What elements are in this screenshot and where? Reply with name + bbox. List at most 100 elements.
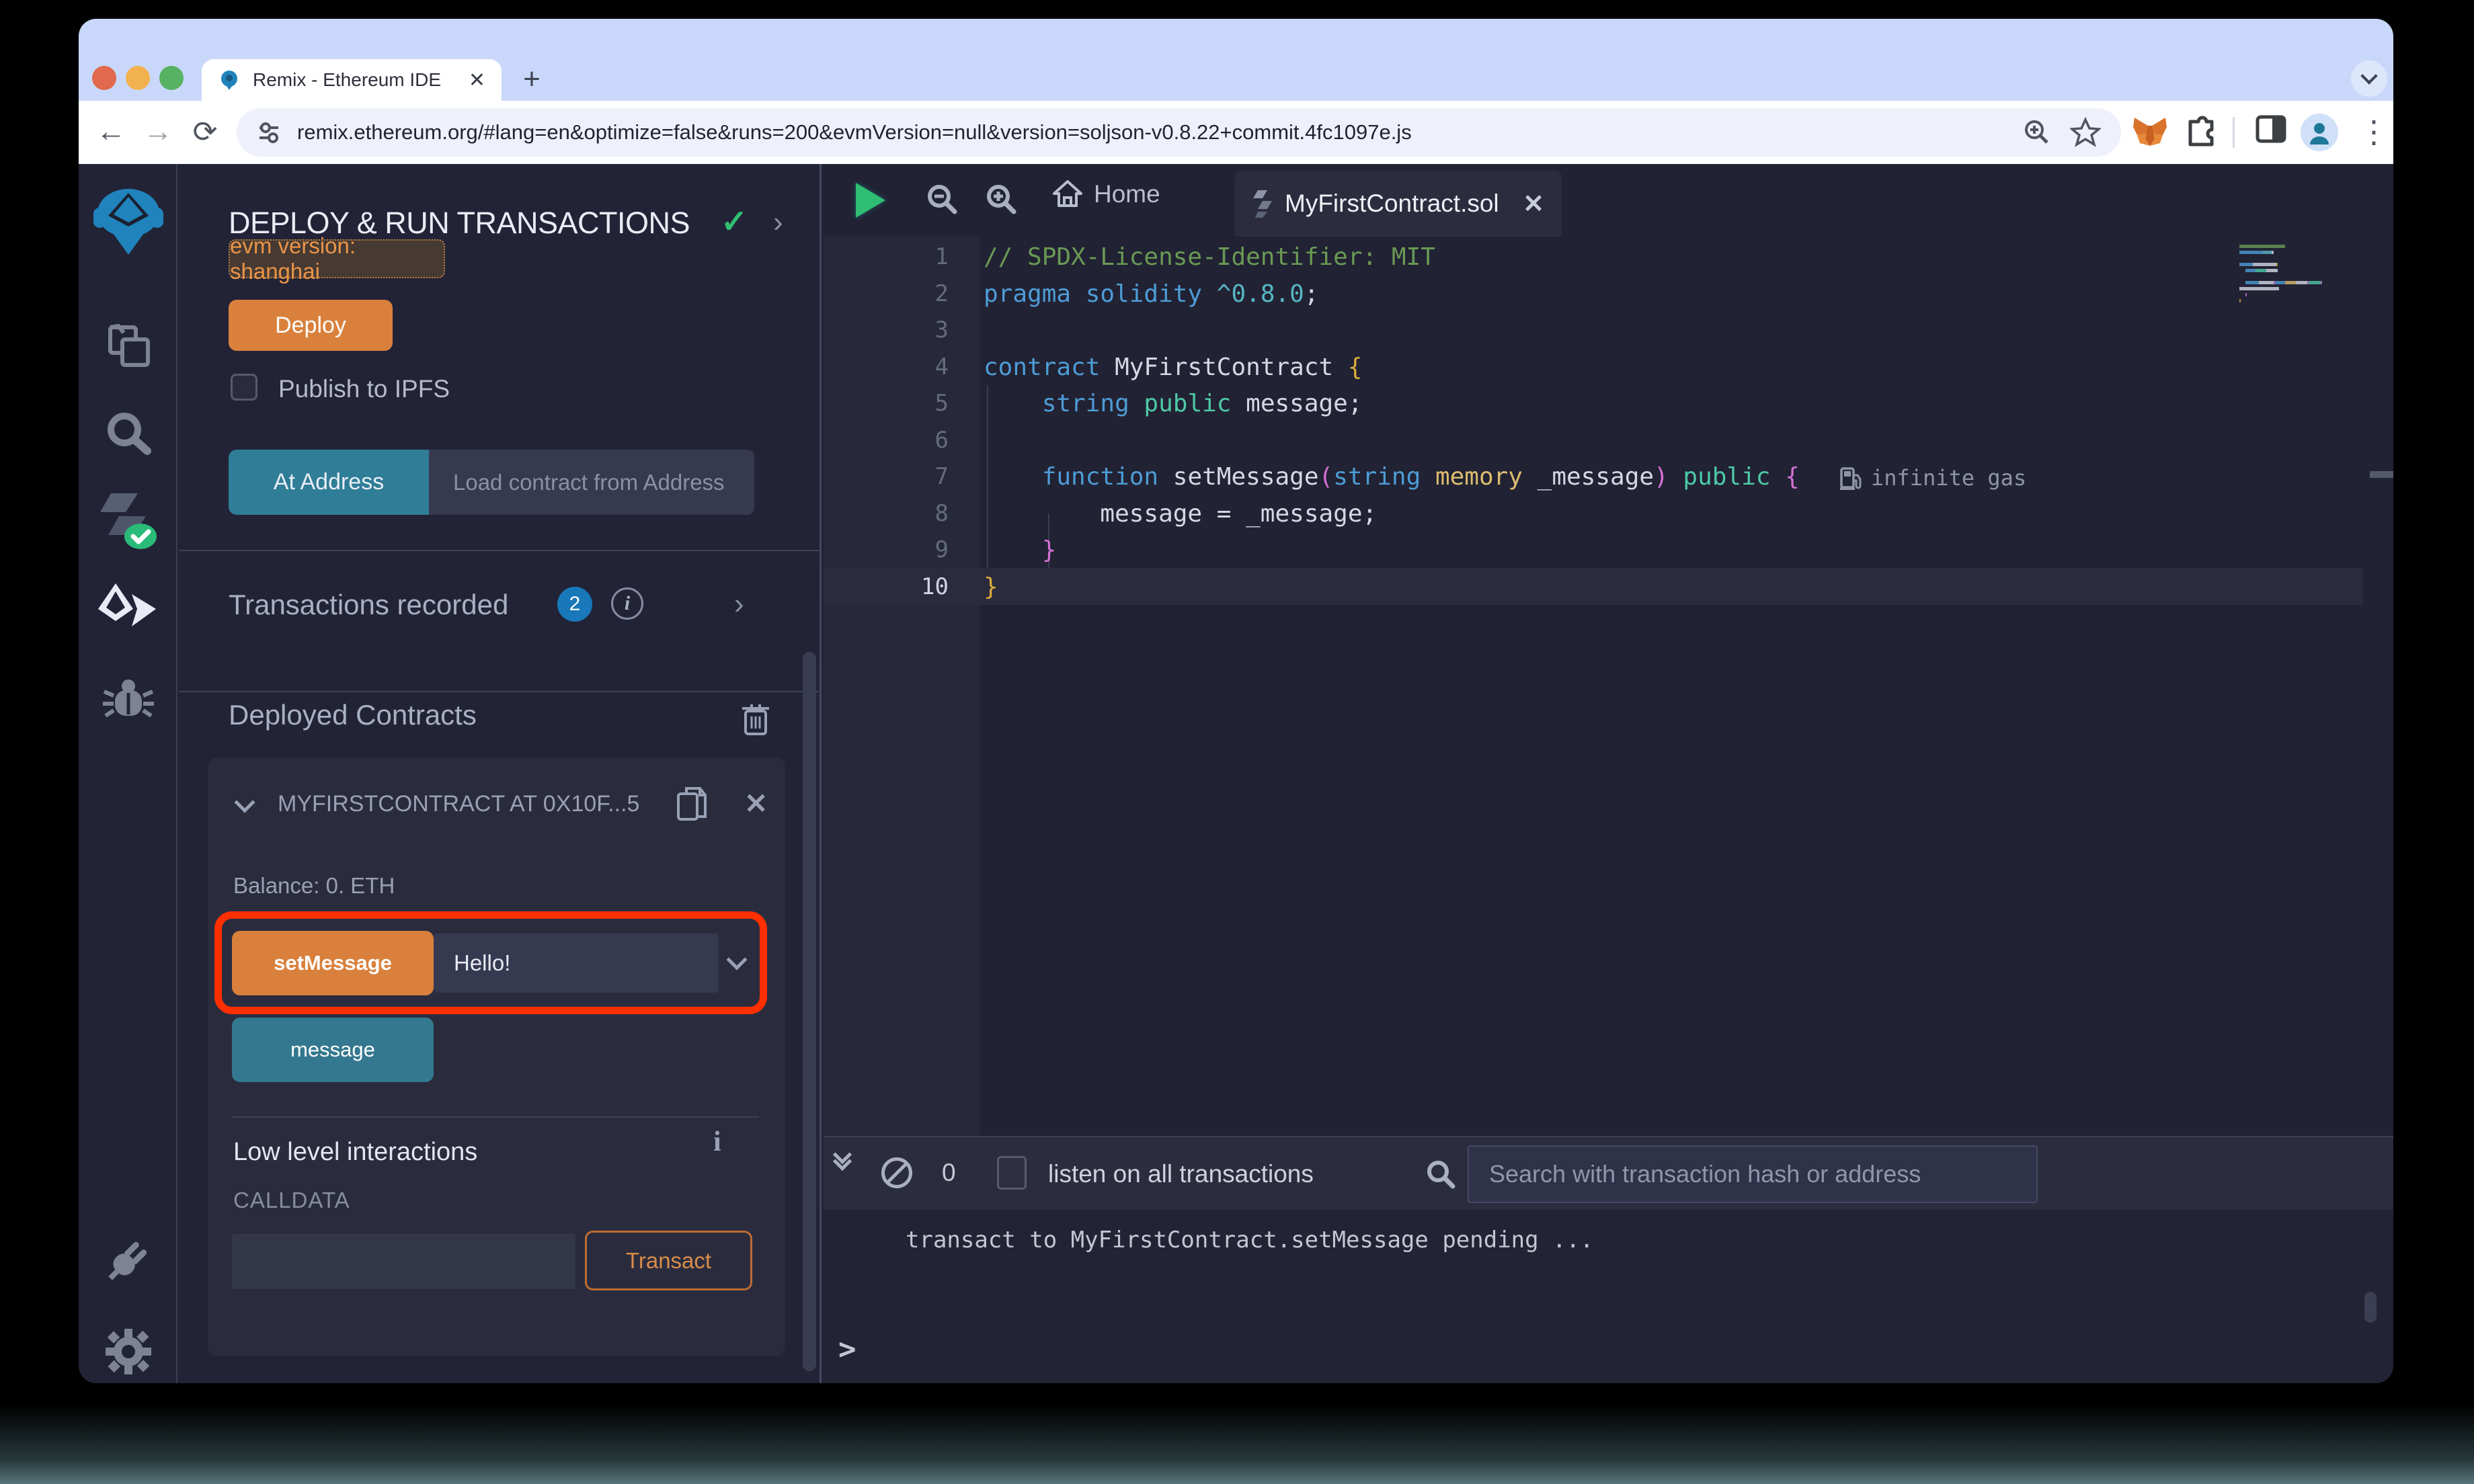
remove-instance-icon[interactable]: ✕ — [744, 787, 768, 820]
message-button[interactable]: message — [232, 1018, 434, 1082]
contract-instance-name[interactable]: MYFIRSTCONTRACT AT 0X10F...5 — [278, 791, 672, 817]
panel-scrollbar[interactable] — [803, 652, 816, 1371]
code-editor[interactable]: 12345678910 // SPDX-License-Identifier: … — [824, 237, 2393, 1136]
separator — [179, 691, 822, 692]
expand-args-chevron-icon[interactable] — [726, 949, 747, 970]
terminal-log-line: transact to MyFirstContract.setMessage p… — [906, 1227, 1594, 1253]
chevron-down-icon — [2360, 67, 2377, 84]
tab-title: Remix - Ethereum IDE — [253, 69, 456, 91]
site-settings-icon[interactable] — [255, 119, 282, 146]
reload-button[interactable]: ⟳ — [186, 113, 224, 151]
code-line: // SPDX-License-Identifier: MIT — [984, 239, 1435, 276]
transactions-expand-chevron-icon[interactable]: › — [734, 587, 744, 621]
close-tab-icon[interactable]: ✕ — [1523, 189, 1544, 219]
publish-ipfs-checkbox[interactable] — [231, 374, 257, 401]
separator — [179, 550, 822, 551]
minimap[interactable] — [2239, 239, 2368, 300]
screen-bottom-glow — [0, 1403, 2474, 1484]
terminal: 0 listen on all transactions transact to… — [824, 1136, 2393, 1383]
tab-close-icon[interactable]: ✕ — [469, 69, 485, 92]
deployed-contract-card: MYFIRSTCONTRACT AT 0X10F...5 ✕ Balance: … — [208, 757, 785, 1356]
browser-window: Remix - Ethereum IDE ✕ + ← → ⟳ remix.eth… — [79, 19, 2393, 1383]
tab-search-button[interactable] — [2351, 60, 2387, 97]
extensions-puzzle-icon[interactable] — [2184, 112, 2219, 147]
debugger-bug-icon[interactable] — [79, 662, 177, 736]
terminal-prompt[interactable]: > — [838, 1332, 856, 1366]
info-icon[interactable]: i — [611, 587, 643, 620]
line-number: 10 — [824, 569, 949, 606]
window-zoom-button[interactable] — [159, 66, 184, 90]
browser-menu-button[interactable]: ⋮ — [2355, 113, 2393, 151]
tab-myfirstcontract[interactable]: MyFirstContract.sol ✕ — [1235, 171, 1562, 237]
url-text[interactable]: remix.ethereum.org/#lang=en&optimize=fal… — [297, 120, 2022, 145]
file-explorer-icon[interactable] — [79, 308, 177, 382]
tab-home[interactable]: Home — [1052, 179, 1160, 210]
set-message-button[interactable]: setMessage — [232, 931, 434, 995]
code-line: string public message; — [984, 385, 1363, 422]
line-number: 8 — [824, 495, 949, 532]
terminal-scrollbar[interactable] — [2364, 1292, 2377, 1323]
collapse-terminal-icon[interactable] — [836, 1155, 849, 1168]
zoom-in-icon[interactable] — [984, 181, 1019, 216]
line-number: 6 — [824, 422, 949, 459]
forward-button[interactable]: → — [139, 113, 177, 151]
zoom-page-icon[interactable] — [2022, 117, 2052, 148]
deploy-run-icon[interactable] — [79, 573, 177, 647]
deploy-button[interactable]: Deploy — [229, 300, 393, 351]
terminal-header: 0 listen on all transactions — [824, 1136, 2393, 1210]
transactions-count-badge: 2 — [557, 587, 592, 622]
collapse-chevron-icon[interactable] — [234, 792, 255, 813]
gas-estimate-text: infinite gas — [1871, 465, 2026, 491]
code-line: message = _message; — [984, 495, 1377, 532]
new-tab-button[interactable]: + — [514, 62, 549, 97]
listen-transactions-checkbox[interactable] — [997, 1156, 1027, 1190]
copy-icon[interactable] — [674, 784, 709, 825]
line-number: 3 — [824, 312, 949, 349]
chevron-right-icon[interactable]: › — [773, 206, 783, 239]
search-icon[interactable] — [79, 397, 177, 470]
set-message-input[interactable] — [434, 934, 719, 993]
terminal-search-icon — [1424, 1157, 1458, 1191]
window-close-button[interactable] — [92, 66, 116, 90]
line-number: 1 — [824, 239, 949, 276]
settings-gear-icon[interactable] — [79, 1315, 177, 1383]
profile-avatar[interactable] — [2301, 114, 2338, 151]
run-script-play-icon[interactable] — [856, 183, 885, 218]
window-minimize-button[interactable] — [126, 66, 150, 90]
current-line-highlight — [824, 568, 2363, 605]
toolbar-divider — [2233, 117, 2235, 148]
terminal-search-input[interactable] — [1468, 1145, 2038, 1203]
line-number: 7 — [824, 458, 949, 495]
remix-logo-icon[interactable] — [79, 184, 177, 258]
browser-tab[interactable]: Remix - Ethereum IDE ✕ — [202, 59, 502, 101]
side-panel-icon[interactable] — [2254, 112, 2288, 146]
info-icon[interactable]: i — [713, 1126, 721, 1158]
remix-favicon-icon — [218, 69, 241, 91]
back-button[interactable]: ← — [92, 113, 130, 151]
person-icon — [2306, 119, 2333, 146]
bookmark-star-icon[interactable] — [2070, 117, 2101, 148]
code-line: function setMessage(string memory _messa… — [984, 458, 1800, 495]
calldata-label: CALLDATA — [233, 1188, 350, 1213]
clear-console-icon[interactable] — [881, 1157, 912, 1188]
browser-toolbar: ← → ⟳ remix.ethereum.org/#lang=en&optimi… — [79, 101, 2393, 164]
remix-app: DEPLOY & RUN TRANSACTIONS ✓ › evm versio… — [79, 164, 2393, 1383]
line-number: 4 — [824, 349, 949, 386]
at-address-input[interactable] — [429, 450, 754, 515]
low-level-title: Low level interactions — [233, 1138, 477, 1167]
metamask-icon[interactable] — [2130, 112, 2169, 151]
plugin-manager-icon[interactable] — [79, 1223, 177, 1297]
at-address-button[interactable]: At Address — [229, 450, 429, 515]
zoom-out-icon[interactable] — [924, 181, 959, 216]
address-bar[interactable]: remix.ethereum.org/#lang=en&optimize=fal… — [237, 108, 2121, 157]
code-line: } — [984, 569, 998, 606]
trash-icon[interactable] — [741, 702, 770, 737]
transact-button[interactable]: Transact — [585, 1231, 752, 1290]
calldata-input[interactable] — [232, 1234, 575, 1289]
deploy-run-panel: DEPLOY & RUN TRANSACTIONS ✓ › evm versio… — [179, 164, 822, 1383]
gas-pump-icon — [1839, 466, 1862, 490]
code-line: contract MyFirstContract { — [984, 349, 1363, 386]
code-line: } — [984, 532, 1056, 569]
scrollbar-handle[interactable] — [2370, 471, 2393, 478]
solidity-compiler-icon[interactable] — [79, 483, 177, 557]
